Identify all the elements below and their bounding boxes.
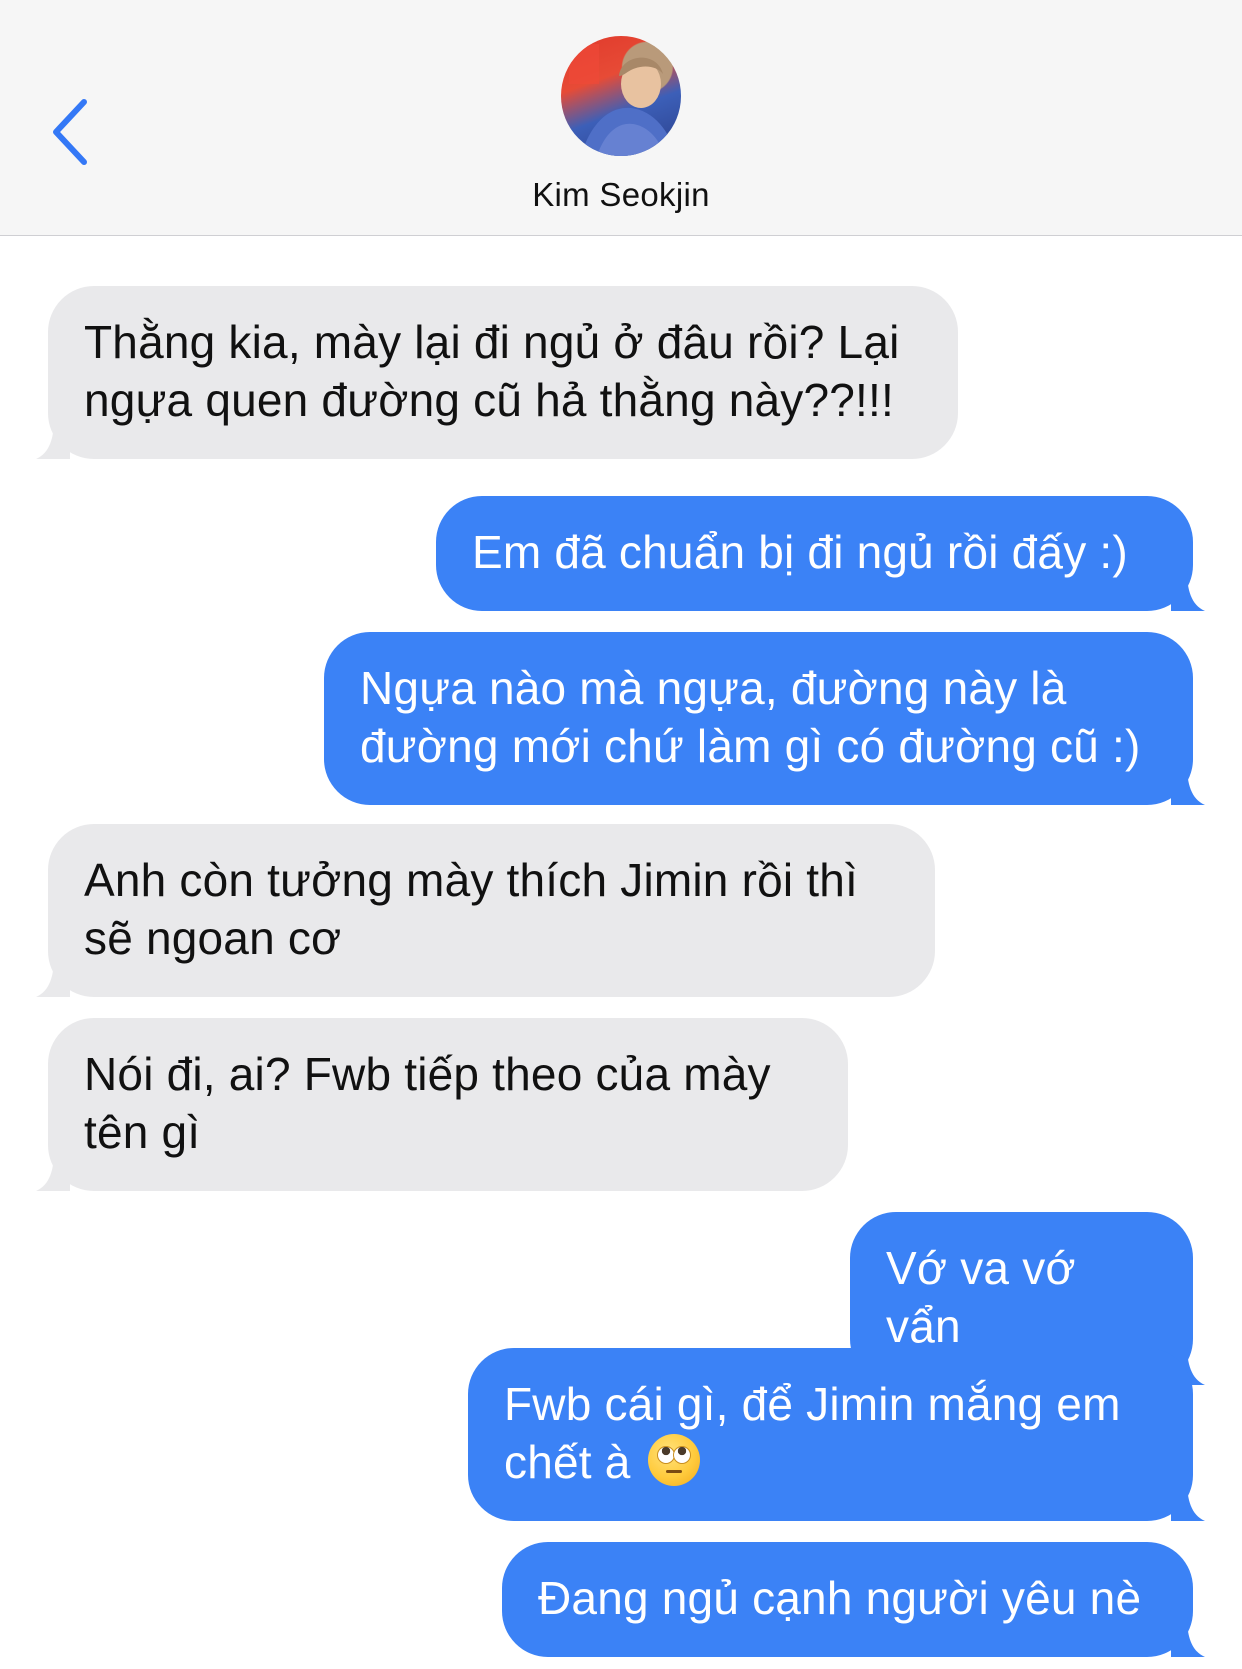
back-button[interactable] (48, 96, 96, 168)
bubble-tail (1171, 571, 1205, 611)
message-line: Ngựa nào mà ngựa, đường này là (360, 662, 1067, 714)
conversation-header: Kim Seokjin (0, 0, 1242, 236)
bubble-tail (36, 1151, 70, 1191)
message-line: Fwb cái gì, để Jimin mắng em (504, 1378, 1121, 1430)
message-bubble-sent[interactable]: Em đã chuẩn bị đi ngủ rồi đấy :) (436, 496, 1205, 611)
message-line: Vớ va vớ vẩn (886, 1242, 1076, 1352)
message-line: chết à (504, 1433, 1157, 1491)
message-text: chết à (504, 1436, 631, 1488)
message-bubble-sent[interactable]: Fwb cái gì, để Jimin mắng em chết à (468, 1348, 1205, 1521)
message-line: Anh còn tưởng mày thích Jimin rồi thì (84, 854, 859, 906)
message-thread: Thằng kia, mày lại đi ngủ ở đâu rồi? Lại… (0, 236, 1242, 1669)
bubble-tail (1171, 1617, 1205, 1657)
message-line: Thằng kia, mày lại đi ngủ ở đâu rồi? Lại (84, 316, 900, 368)
bubble-tail (36, 957, 70, 997)
rolling-eyes-emoji-icon (647, 1434, 700, 1486)
chevron-left-icon (53, 99, 87, 165)
bubble-tail (36, 419, 70, 459)
message-line: Nói đi, ai? Fwb tiếp theo của mày (84, 1048, 771, 1100)
bubble-tail (1171, 765, 1205, 805)
message-line: Em đã chuẩn bị đi ngủ rồi đấy :) (472, 526, 1128, 578)
message-bubble-received[interactable]: Anh còn tưởng mày thích Jimin rồi thì sẽ… (36, 824, 935, 997)
message-bubble-sent[interactable]: Ngựa nào mà ngựa, đường này là đường mới… (324, 632, 1205, 805)
message-bubble-sent[interactable]: Đang ngủ cạnh người yêu nè (502, 1542, 1205, 1657)
message-line: Đang ngủ cạnh người yêu nè (538, 1572, 1142, 1624)
contact-name[interactable]: Kim Seokjin (0, 176, 1242, 214)
message-bubble-received[interactable]: Thằng kia, mày lại đi ngủ ở đâu rồi? Lại… (36, 286, 958, 459)
message-line: đường mới chứ làm gì có đường cũ :) (360, 720, 1141, 772)
message-line: sẽ ngoan cơ (84, 912, 342, 964)
message-bubble-received[interactable]: Nói đi, ai? Fwb tiếp theo của mày tên gì (36, 1018, 848, 1191)
message-line: ngựa quen đường cũ hả thằng này??!!! (84, 374, 894, 426)
bubble-tail (1171, 1481, 1205, 1521)
avatar-photo (569, 44, 676, 156)
contact-avatar[interactable] (561, 36, 681, 156)
message-line: tên gì (84, 1106, 201, 1158)
